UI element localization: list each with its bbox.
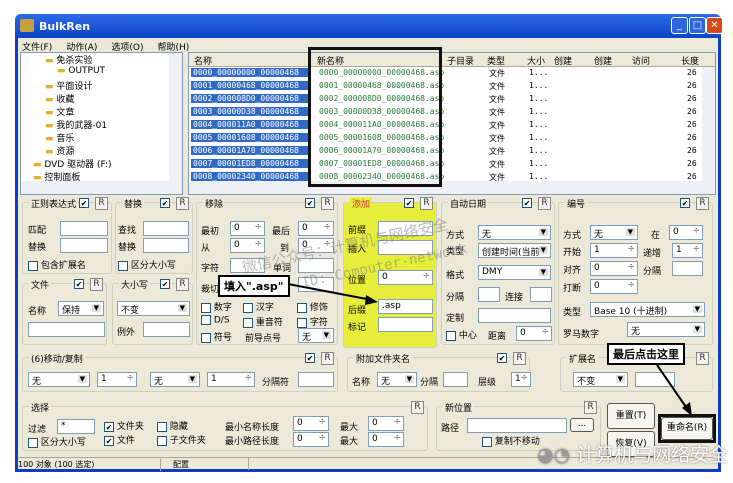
watermark-text: 计算机与网络安全 xyxy=(576,444,729,466)
wechat-icon: ◕◔ xyxy=(537,444,577,466)
rename-highlight-box xyxy=(658,414,716,443)
annotation-click-here: 最后点击这里 xyxy=(607,343,685,365)
watermark: ◕◔ 计算机与网络安全 xyxy=(537,440,728,467)
